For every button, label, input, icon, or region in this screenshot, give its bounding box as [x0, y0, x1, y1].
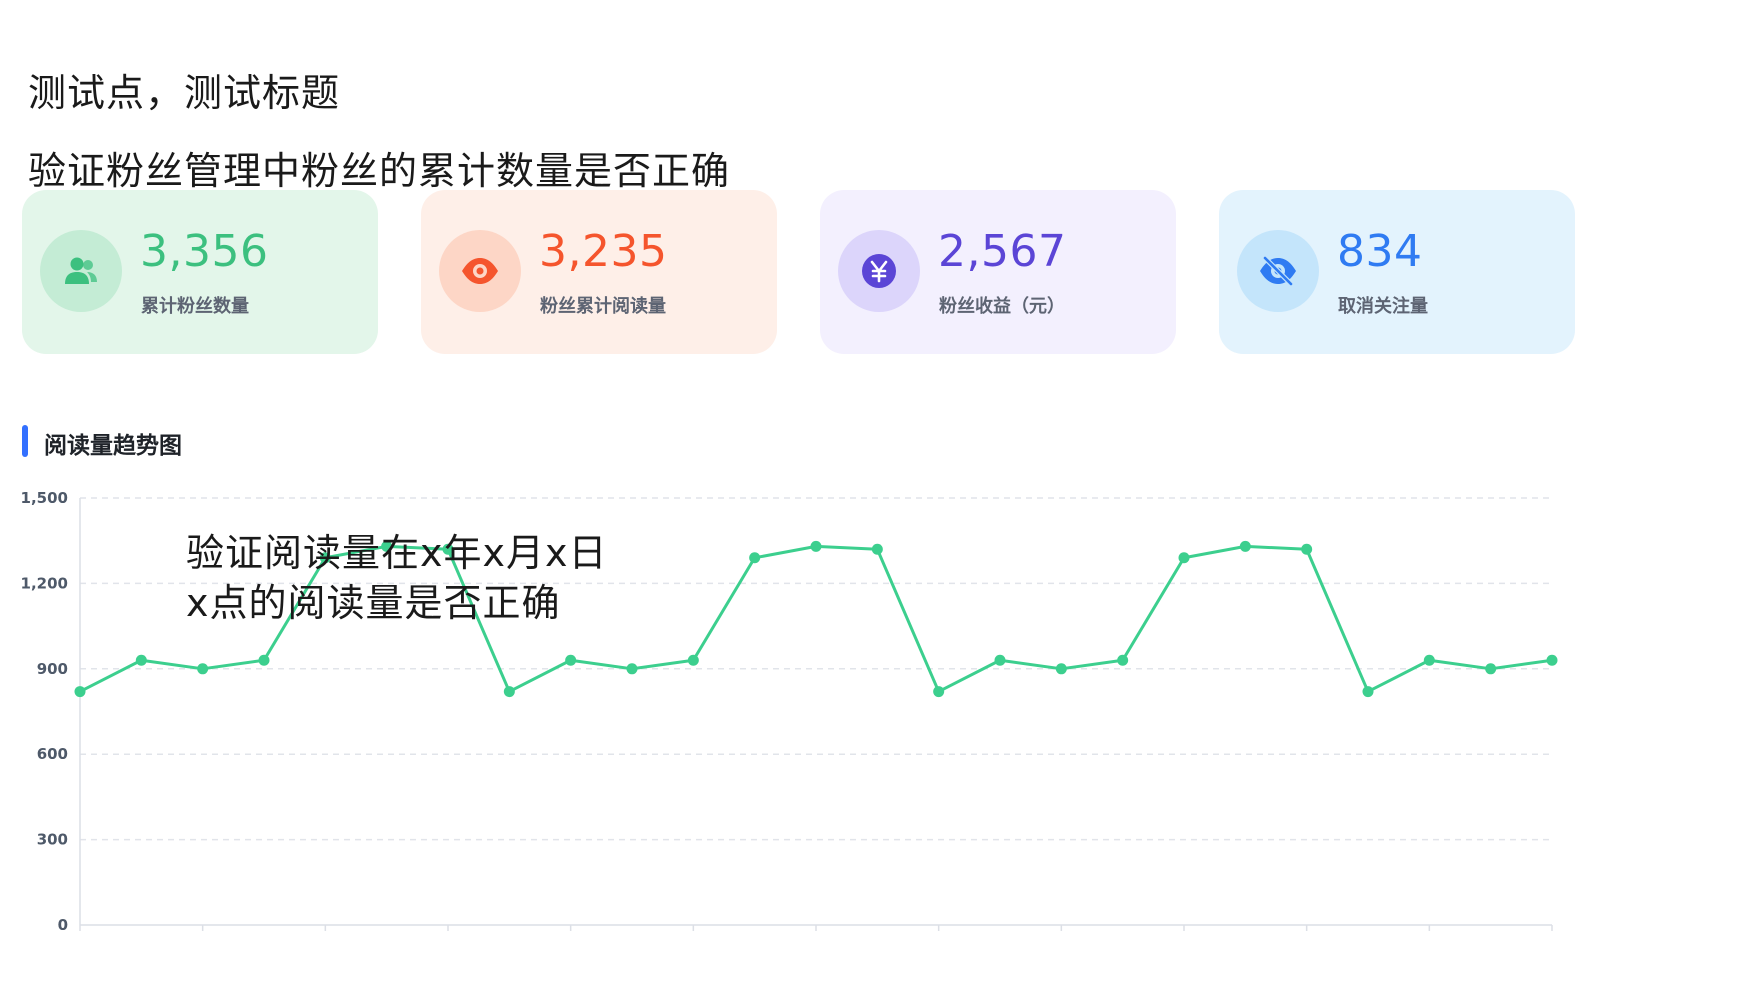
- stat-value: 2,567: [938, 226, 1067, 277]
- stat-card-total-fans[interactable]: 3,356 累计粉丝数量: [22, 190, 378, 354]
- page-title: 测试点，测试标题: [28, 71, 341, 115]
- eye-icon: [439, 230, 521, 312]
- annotation-line-2: x点的阅读量是否正确: [186, 581, 561, 625]
- data-point: [687, 654, 699, 666]
- data-point: [1178, 552, 1190, 564]
- data-point: [565, 654, 577, 666]
- annotation-line-1: 验证阅读量在x年x月x日: [186, 531, 608, 575]
- y-tick-label: 0: [58, 916, 68, 934]
- y-tick-label: 900: [37, 660, 68, 678]
- annotation-note: 验证阅读量在x年x月x日 x点的阅读量是否正确: [186, 528, 607, 628]
- stat-card-unfollows[interactable]: 834 取消关注量: [1219, 190, 1575, 354]
- chart-section-title: 阅读量趋势图: [44, 433, 182, 459]
- stat-label: 累计粉丝数量: [141, 296, 249, 317]
- data-point: [1239, 540, 1251, 552]
- y-tick-label: 1,500: [21, 489, 68, 507]
- data-point: [1485, 663, 1497, 675]
- yuan-icon: [838, 230, 920, 312]
- data-point: [1546, 654, 1558, 666]
- stat-label: 粉丝累计阅读量: [540, 296, 666, 317]
- data-point: [1423, 654, 1435, 666]
- data-point: [197, 663, 209, 675]
- stat-value: 3,235: [539, 226, 668, 277]
- stat-card-fan-revenue[interactable]: 2,567 粉丝收益（元）: [820, 190, 1176, 354]
- section-accent-bar: [22, 425, 28, 457]
- data-point: [626, 663, 638, 675]
- stat-label: 取消关注量: [1338, 296, 1428, 317]
- data-point: [135, 654, 147, 666]
- data-point: [258, 654, 270, 666]
- data-point: [933, 686, 945, 698]
- stat-card-fan-reads[interactable]: 3,235 粉丝累计阅读量: [421, 190, 777, 354]
- data-point: [1301, 543, 1313, 555]
- data-point: [749, 552, 761, 564]
- data-point: [503, 686, 515, 698]
- stat-value: 834: [1337, 226, 1423, 277]
- data-point: [810, 540, 822, 552]
- page-subtitle: 验证粉丝管理中粉丝的累计数量是否正确: [28, 149, 731, 193]
- data-point: [1362, 686, 1374, 698]
- data-point: [74, 686, 86, 698]
- users-icon: [40, 230, 122, 312]
- stat-label: 粉丝收益（元）: [939, 296, 1065, 317]
- y-tick-label: 300: [37, 831, 68, 849]
- data-point: [994, 654, 1006, 666]
- data-point: [1117, 654, 1129, 666]
- stat-value: 3,356: [140, 226, 269, 277]
- y-tick-label: 600: [37, 745, 68, 763]
- data-point: [871, 543, 883, 555]
- data-point: [1055, 663, 1067, 675]
- y-tick-label: 1,200: [21, 574, 68, 592]
- eye-off-icon: [1237, 230, 1319, 312]
